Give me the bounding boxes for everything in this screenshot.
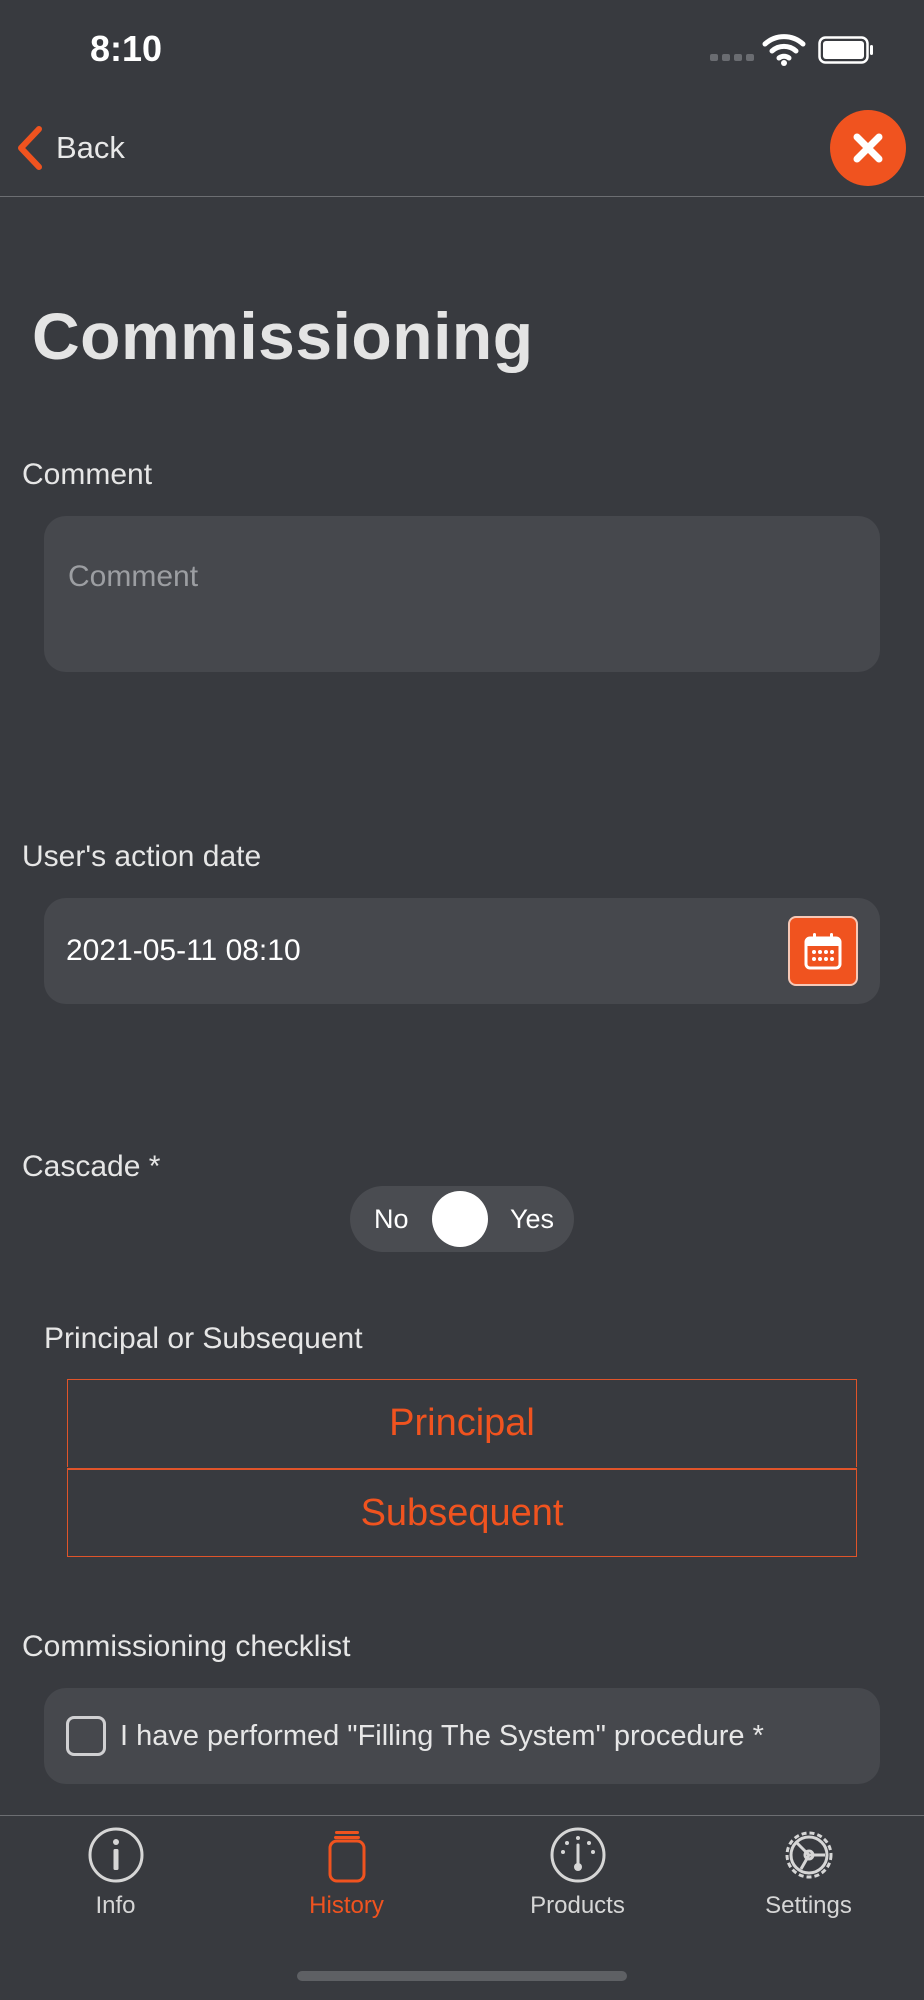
close-button[interactable] (830, 110, 906, 186)
action-date-value: 2021-05-11 08:10 (66, 934, 301, 967)
status-time: 8:10 (90, 28, 163, 69)
back-button[interactable]: Back (14, 120, 125, 176)
tab-history[interactable]: History (231, 1820, 462, 1930)
back-label: Back (56, 130, 125, 165)
checklist-item[interactable]: I have performed "Filling The System" pr… (44, 1688, 880, 1784)
home-indicator (297, 1971, 627, 1981)
tab-bar-divider (0, 1815, 924, 1816)
checklist-item-label: I have performed "Filling The System" pr… (120, 1719, 764, 1752)
tab-settings[interactable]: Settings (693, 1820, 924, 1930)
tab-products[interactable]: Products (462, 1820, 693, 1930)
checklist-checkbox[interactable] (66, 1716, 106, 1756)
chevron-left-icon (18, 126, 42, 170)
close-icon (853, 133, 883, 163)
nav-divider (0, 196, 924, 197)
history-icon (328, 1831, 365, 1883)
settings-icon (785, 1831, 832, 1879)
action-date-label: User's action date (22, 840, 262, 873)
page-title: Commissioning (32, 299, 534, 373)
option-divider (67, 1468, 857, 1470)
principal-subsequent-label: Principal or Subsequent (44, 1322, 363, 1355)
calendar-icon (804, 933, 842, 970)
wifi-icon (762, 34, 806, 66)
toggle-no-label: No (374, 1203, 409, 1234)
calendar-button[interactable] (788, 916, 858, 986)
checklist-label: Commissioning checklist (22, 1630, 351, 1663)
action-date-field[interactable]: 2021-05-11 08:10 (44, 898, 880, 1004)
tab-history-label: History (309, 1892, 384, 1919)
principal-button[interactable]: Principal (67, 1379, 857, 1467)
cascade-label: Cascade * (22, 1150, 161, 1183)
cascade-toggle[interactable]: No Yes (350, 1186, 574, 1252)
tab-info[interactable]: Info (0, 1820, 231, 1930)
comment-label: Comment (22, 458, 153, 491)
battery-icon (818, 36, 873, 64)
toggle-knob[interactable] (432, 1191, 488, 1247)
tab-info-label: Info (95, 1892, 136, 1919)
subsequent-button[interactable]: Subsequent (67, 1469, 857, 1557)
products-icon (550, 1827, 605, 1883)
tab-products-label: Products (530, 1892, 625, 1919)
cellular-signal-icon (710, 54, 754, 62)
comment-input[interactable] (68, 560, 856, 594)
tab-settings-label: Settings (765, 1892, 852, 1919)
info-icon (88, 1827, 143, 1883)
toggle-yes-label: Yes (509, 1203, 554, 1234)
comment-field-container (44, 516, 880, 672)
